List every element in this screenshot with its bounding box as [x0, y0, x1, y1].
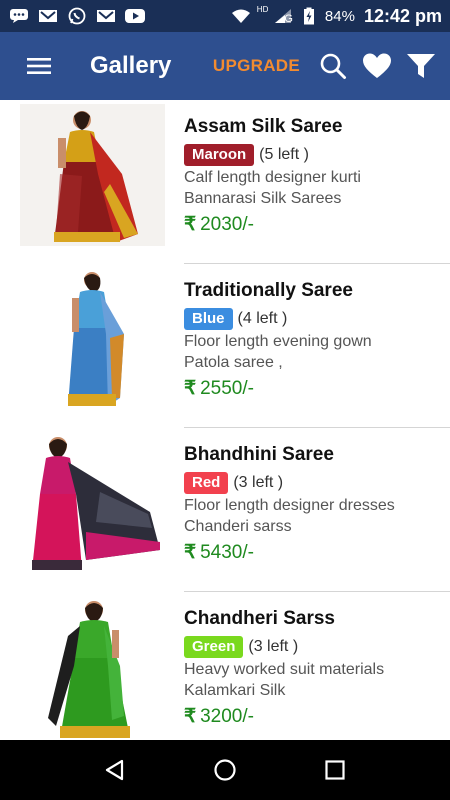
whatsapp-icon [66, 7, 88, 25]
stock-count: (4 left ) [237, 310, 288, 327]
back-button[interactable] [95, 750, 135, 790]
product-title: Chandheri Sarss [184, 608, 335, 629]
list-item[interactable]: Chandheri Sarss Green (3 left ) Heavy wo… [0, 592, 450, 740]
product-description: Patola saree , [184, 354, 283, 371]
recents-button[interactable] [315, 750, 355, 790]
product-title: Bhandhini Saree [184, 444, 334, 465]
price-value: 5430/- [200, 541, 254, 563]
product-description: Floor length evening gown [184, 333, 372, 350]
product-description: Bannarasi Silk Sarees [184, 190, 342, 207]
recents-square-icon [325, 760, 345, 780]
search-button[interactable] [314, 47, 352, 85]
price: ₹ 2550/- [184, 377, 442, 400]
color-badge: Blue [184, 308, 233, 330]
product-title: Traditionally Saree [184, 280, 353, 301]
product-description: Calf length designer kurti [184, 169, 361, 186]
list-item[interactable]: Assam Silk Saree Maroon (5 left ) Calf l… [0, 100, 450, 264]
price: ₹ 2030/- [184, 213, 442, 236]
product-image [20, 268, 165, 410]
price: ₹ 3200/- [184, 705, 442, 728]
back-triangle-icon [105, 759, 124, 781]
search-icon [320, 53, 346, 79]
menu-button[interactable] [16, 43, 62, 89]
list-item[interactable]: Traditionally Saree Blue (4 left ) Floor… [0, 264, 450, 428]
product-list[interactable]: Assam Silk Saree Maroon (5 left ) Calf l… [0, 100, 450, 740]
wifi-icon [230, 8, 252, 24]
rupee-icon: ₹ [184, 706, 197, 727]
battery-percent: 84% [324, 7, 355, 25]
battery-charging-icon [298, 7, 320, 25]
price-value: 2030/- [200, 213, 254, 235]
mail-icon [37, 8, 59, 24]
network-type: G [284, 13, 293, 25]
filter-icon [407, 54, 435, 78]
heart-icon [363, 53, 391, 78]
price: ₹ 5430/- [184, 541, 442, 564]
rupee-icon: ₹ [184, 214, 197, 235]
price-value: 2550/- [200, 377, 254, 399]
favorites-button[interactable] [358, 47, 396, 85]
list-item[interactable]: Bhandhini Saree Red (3 left ) Floor leng… [0, 428, 450, 592]
product-description: Heavy worked suit materials [184, 661, 385, 678]
product-title: Assam Silk Saree [184, 116, 343, 137]
color-badge: Green [184, 636, 244, 658]
stock-count: (5 left ) [259, 146, 309, 163]
clock: 12:42 pm [363, 5, 442, 26]
product-description: Kalamkari Silk [184, 682, 286, 699]
product-image [20, 432, 165, 574]
color-badge: Red [184, 472, 229, 494]
app-bar: Gallery UPGRADE [0, 32, 450, 100]
page-title: Gallery [90, 52, 172, 79]
rupee-icon: ₹ [184, 378, 197, 399]
stock-count: (3 left ) [233, 474, 284, 491]
notification-icons [0, 7, 146, 25]
home-circle-icon [214, 759, 236, 781]
product-description: Chanderi sarss [184, 518, 292, 535]
price-value: 3200/- [200, 705, 254, 727]
home-button[interactable] [205, 750, 245, 790]
filter-button[interactable] [402, 47, 440, 85]
color-badge: Maroon [184, 144, 255, 166]
rupee-icon: ₹ [184, 542, 197, 563]
product-description: Floor length designer dresses [184, 497, 395, 514]
product-image [20, 104, 165, 246]
stock-count: (3 left ) [248, 638, 299, 655]
system-nav-bar [0, 740, 450, 800]
upgrade-button[interactable]: UPGRADE [213, 56, 300, 76]
chat-icon [8, 8, 30, 24]
hamburger-menu-icon [27, 58, 51, 74]
product-image [20, 596, 165, 738]
youtube-icon [124, 8, 146, 24]
hd-indicator: HD [256, 4, 269, 14]
mail-icon [95, 8, 117, 24]
system-status: HD G 84% 12:42 pm [230, 4, 450, 27]
status-bar: HD G 84% 12:42 pm [0, 0, 450, 32]
